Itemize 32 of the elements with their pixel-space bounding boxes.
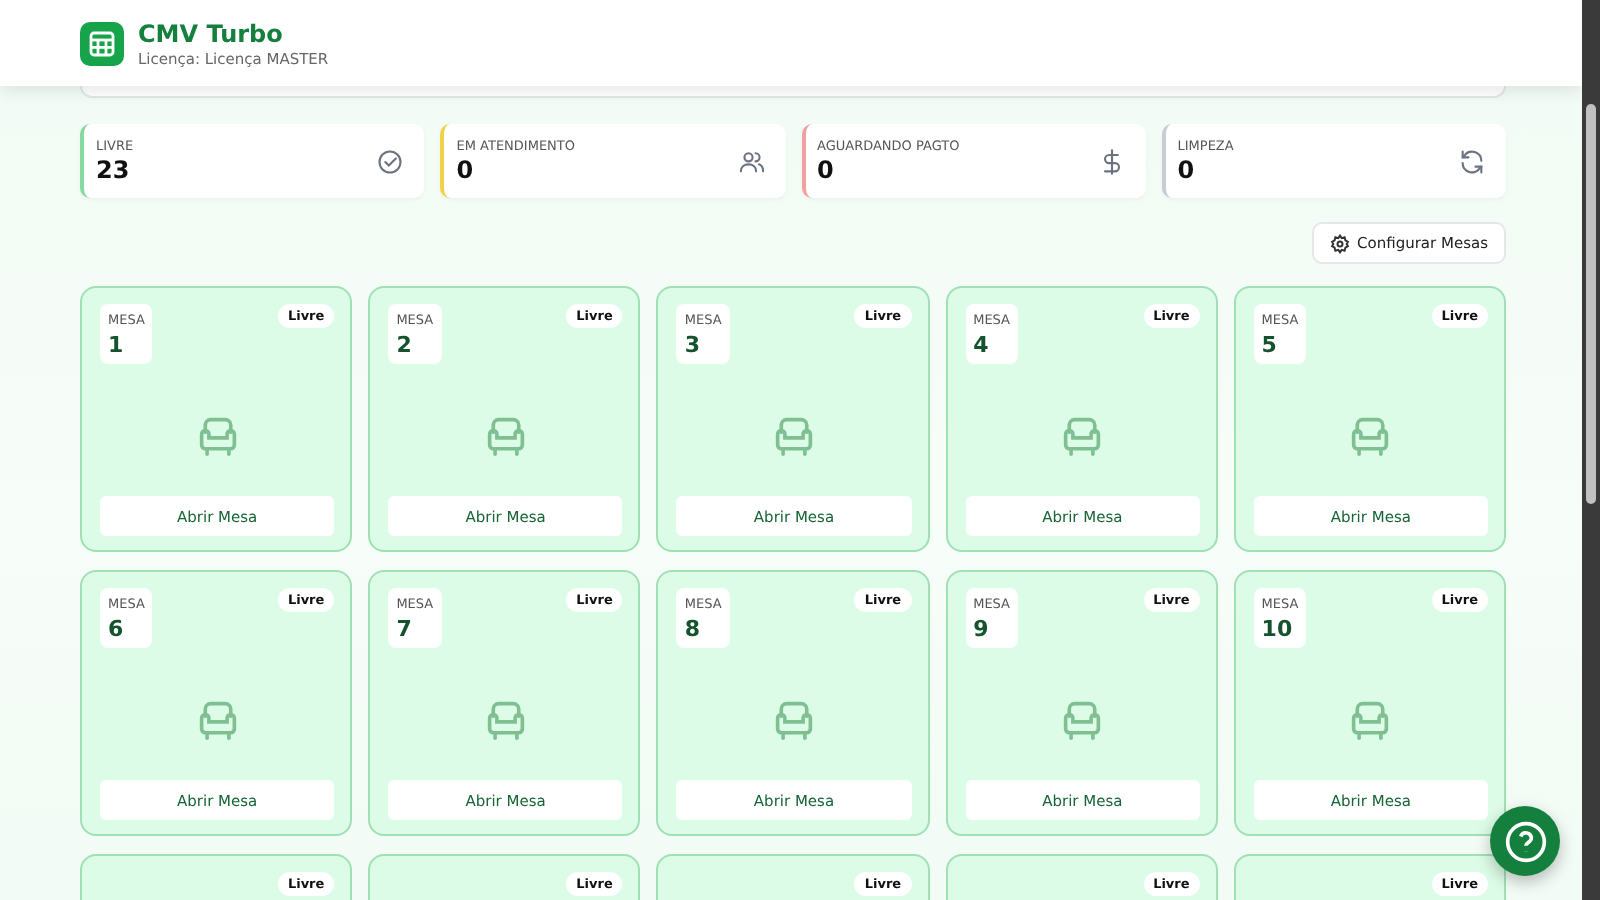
table-number: 9 (973, 616, 991, 642)
table-number: 10 (1261, 616, 1295, 642)
settings-icon (1329, 233, 1350, 253)
table-number: 5 (1261, 332, 1279, 358)
table-number: 3 (684, 332, 703, 358)
armchair-icon (483, 700, 528, 740)
armchair-icon (1348, 700, 1393, 740)
stat-value: 0 (1177, 156, 1197, 184)
calculator-icon (80, 21, 124, 65)
armchair-icon (1060, 700, 1105, 740)
scrollbar[interactable] (1582, 0, 1600, 900)
stat-value: 0 (456, 156, 476, 184)
armchair-icon (1060, 416, 1105, 456)
people-icon (737, 147, 765, 175)
table-number: 7 (396, 616, 414, 642)
armchair-icon (195, 416, 240, 456)
table-number: 4 (973, 332, 991, 358)
table-number: 8 (684, 616, 703, 642)
armchair-icon (195, 700, 240, 740)
table-number: 2 (396, 332, 414, 358)
stat-value: 23 (96, 156, 132, 184)
table-number: 6 (108, 616, 126, 642)
armchair-icon (771, 416, 816, 456)
table-number: 1 (108, 332, 126, 358)
refresh-icon (1458, 147, 1486, 175)
check-circle-icon (376, 147, 405, 175)
armchair-icon (483, 416, 528, 456)
armchair-icon (771, 700, 816, 740)
armchair-icon (1348, 416, 1393, 456)
app-title: CMV Turbo (138, 19, 285, 47)
help-icon (1503, 819, 1547, 863)
stat-value: 0 (817, 156, 836, 184)
